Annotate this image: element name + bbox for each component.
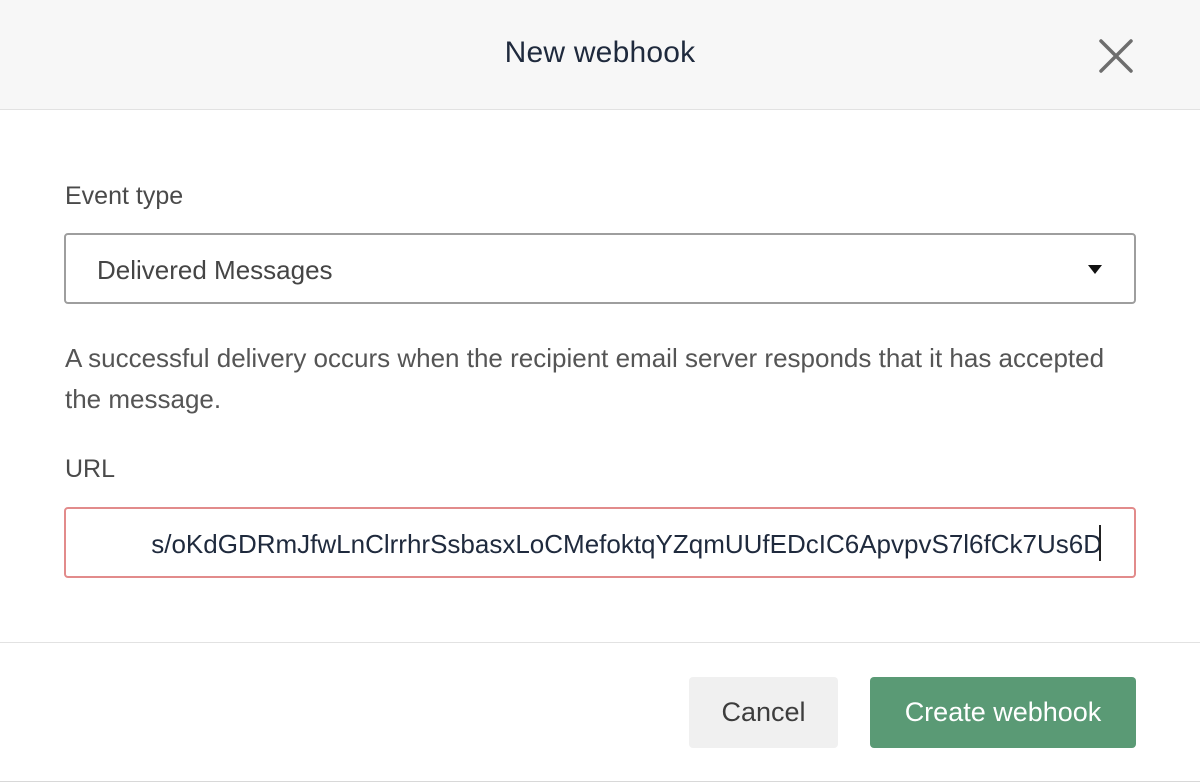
create-webhook-button[interactable]: Create webhook xyxy=(870,677,1136,748)
url-label: URL xyxy=(65,455,116,483)
new-webhook-dialog: New webhook Event type Delivered Message… xyxy=(0,0,1200,782)
dialog-footer: Cancel Create webhook xyxy=(0,642,1200,782)
cancel-button[interactable]: Cancel xyxy=(689,677,838,748)
dialog-header: New webhook xyxy=(0,0,1200,110)
event-type-select[interactable]: Delivered Messages xyxy=(64,233,1136,304)
close-icon xyxy=(1099,39,1133,73)
event-type-label: Event type xyxy=(65,182,184,210)
url-input[interactable]: s/oKdGDRmJfwLnClrrhrSsbasxLoCMefoktqYZqm… xyxy=(64,507,1136,578)
dialog-body: Event type Delivered Messages A successf… xyxy=(0,110,1200,642)
event-type-description: A successful delivery occurs when the re… xyxy=(65,343,1105,414)
text-cursor xyxy=(1099,525,1101,561)
close-button[interactable] xyxy=(1094,34,1138,78)
caret-down-icon xyxy=(1088,265,1102,274)
event-type-value: Delivered Messages xyxy=(97,255,333,285)
dialog-title: New webhook xyxy=(504,36,696,69)
url-input-value: s/oKdGDRmJfwLnClrrhrSsbasxLoCMefoktqYZqm… xyxy=(151,529,1102,559)
